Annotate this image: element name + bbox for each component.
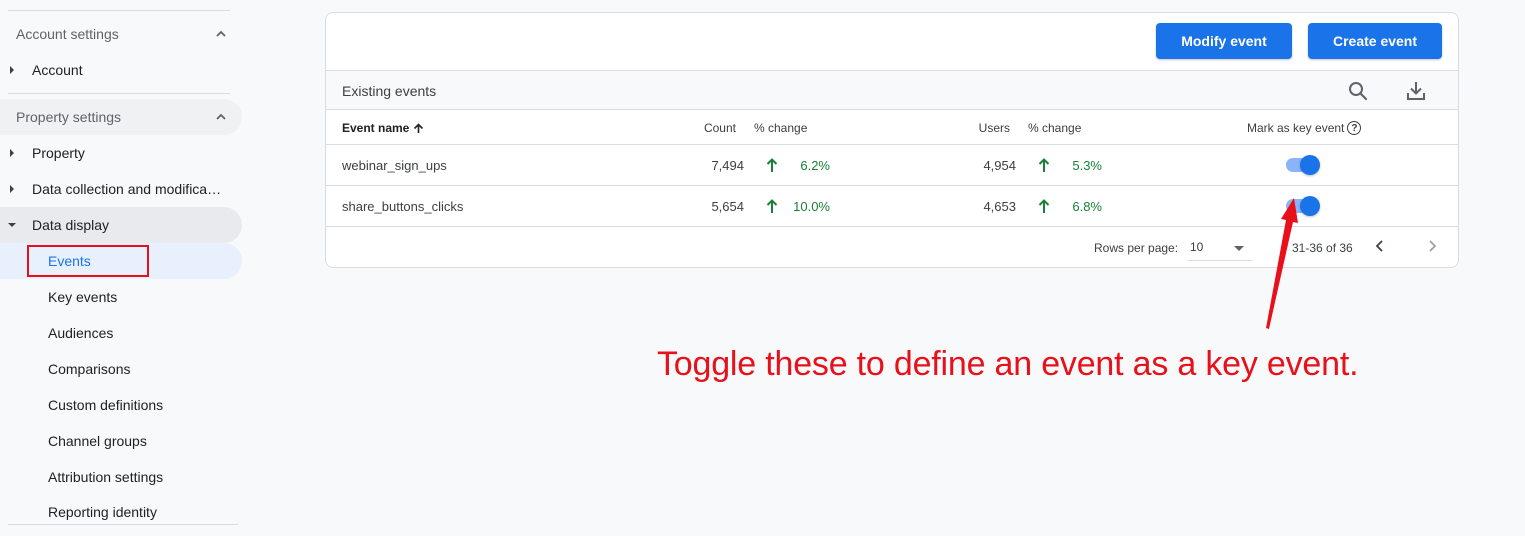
modify-event-button[interactable]: Modify event (1156, 23, 1292, 59)
sidebar-item-key-events[interactable]: Key events (0, 279, 242, 315)
table-title-bar: Existing events (326, 70, 1458, 110)
rows-per-page-label: Rows per page: (1094, 241, 1179, 255)
divider (8, 93, 230, 94)
column-header-event-name[interactable]: Event name (342, 121, 424, 135)
rows-per-page-value: 10 (1190, 240, 1204, 254)
sidebar-item-events[interactable]: Events (0, 243, 242, 279)
column-label: Event name (342, 121, 410, 135)
sidebar-item-label: Data collection and modifica… (32, 181, 222, 197)
sidebar-item-label: Custom definitions (48, 397, 164, 413)
rows-per-page-select[interactable]: 10 (1188, 235, 1252, 261)
event-name[interactable]: webinar_sign_ups (342, 158, 447, 173)
sidebar-item-label: Audiences (48, 325, 114, 341)
event-count: 7,494 (711, 158, 744, 173)
column-header-count[interactable]: Count (704, 121, 736, 135)
toggle-knob (1300, 155, 1320, 175)
event-users: 4,954 (983, 158, 1016, 173)
sidebar-item-label: Key events (48, 289, 118, 305)
sidebar-item-label: Events (48, 253, 91, 269)
sidebar-item-property[interactable]: Property (0, 135, 242, 171)
sidebar-item-label: Account (32, 62, 83, 78)
column-header-users-change[interactable]: % change (1028, 121, 1081, 135)
trend-up-icon (766, 199, 778, 213)
table-header-row: Event name Count % change Users % change… (326, 110, 1458, 145)
sidebar-item-data-display[interactable]: Data display (0, 207, 242, 243)
help-icon[interactable]: ? (1347, 121, 1362, 135)
sidebar-item-label: Data display (32, 217, 110, 233)
sidebar-item-label: Channel groups (48, 433, 147, 449)
settings-sidebar: Account settings Account Property settin… (0, 0, 250, 536)
section-title: Property settings (16, 109, 122, 125)
chevron-up-icon (216, 30, 226, 37)
caret-right-icon (10, 66, 14, 74)
users-change: 5.3% (1072, 158, 1102, 173)
users-change: 6.8% (1072, 199, 1102, 214)
search-icon[interactable] (1346, 79, 1370, 103)
divider (8, 524, 238, 525)
annotation-text: Toggle these to define an event as a key… (657, 345, 1359, 383)
annotation-arrow-icon (1266, 198, 1298, 329)
sort-ascending-icon (414, 122, 424, 133)
key-event-toggle[interactable] (1284, 155, 1322, 175)
column-header-key-event: Mark as key event ? (1247, 121, 1362, 135)
dropdown-arrow-icon (1234, 246, 1244, 251)
section-title: Account settings (16, 26, 119, 42)
sidebar-item-attribution-settings[interactable]: Attribution settings (0, 459, 242, 495)
count-change: 10.0% (793, 199, 830, 214)
trend-up-icon (1038, 158, 1050, 172)
account-settings-header[interactable]: Account settings (0, 16, 242, 52)
sidebar-item-comparisons[interactable]: Comparisons (0, 351, 242, 387)
create-event-button[interactable]: Create event (1308, 23, 1442, 59)
count-change: 6.2% (800, 158, 830, 173)
caret-right-icon (10, 185, 14, 193)
chevron-right-icon[interactable] (1424, 238, 1440, 254)
sidebar-item-channel-groups[interactable]: Channel groups (0, 423, 242, 459)
sidebar-item-custom-definitions[interactable]: Custom definitions (0, 387, 242, 423)
sidebar-item-audiences[interactable]: Audiences (0, 315, 242, 351)
table-row[interactable]: webinar_sign_ups 7,494 6.2% 4,954 5.3% (326, 145, 1458, 186)
trend-up-icon (766, 158, 778, 172)
event-count: 5,654 (711, 199, 744, 214)
divider (8, 10, 230, 11)
column-header-count-change[interactable]: % change (754, 121, 807, 135)
sidebar-item-account[interactable]: Account (0, 52, 242, 88)
column-label: Mark as key event (1247, 121, 1345, 135)
chevron-up-icon (216, 113, 226, 120)
table-title: Existing events (342, 83, 437, 99)
column-header-users[interactable]: Users (979, 121, 1010, 135)
chevron-left-icon[interactable] (1372, 238, 1388, 254)
sidebar-item-label: Attribution settings (48, 469, 164, 485)
trend-up-icon (1038, 199, 1050, 213)
sidebar-item-data-collection[interactable]: Data collection and modifica… (0, 171, 242, 207)
download-icon[interactable] (1404, 79, 1428, 103)
sidebar-item-label: Comparisons (48, 361, 131, 377)
caret-right-icon (10, 149, 14, 157)
card-toolbar: Modify event Create event (326, 13, 1458, 70)
event-name[interactable]: share_buttons_clicks (342, 199, 463, 214)
property-settings-header[interactable]: Property settings (0, 99, 242, 135)
event-users: 4,653 (983, 199, 1016, 214)
sidebar-item-label: Reporting identity (48, 504, 157, 520)
caret-down-icon (8, 223, 16, 227)
sidebar-item-label: Property (32, 145, 85, 161)
sidebar-item-reporting-identity[interactable]: Reporting identity (0, 495, 242, 522)
